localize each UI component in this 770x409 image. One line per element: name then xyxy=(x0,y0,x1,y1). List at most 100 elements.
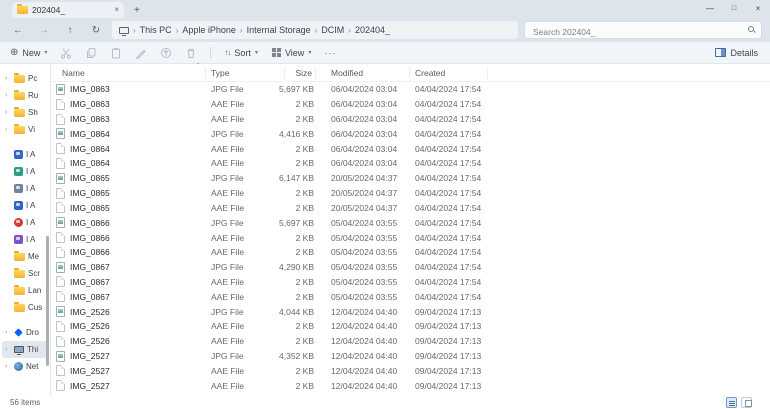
table-row[interactable]: IMG_0865 JPG File 6,147 KB 20/05/2024 04… xyxy=(51,171,770,186)
column-header-created[interactable]: Created xyxy=(411,68,551,78)
chevron-right-icon[interactable]: › xyxy=(5,109,11,116)
file-name: IMG_2526 xyxy=(70,336,110,347)
chevron-right-icon[interactable]: › xyxy=(5,346,11,353)
delete-button[interactable] xyxy=(185,47,197,59)
table-row[interactable]: IMG_0867 AAE File 2 KB 05/04/2024 03:55 … xyxy=(51,275,770,290)
chevron-right-icon[interactable]: › xyxy=(5,329,11,336)
file-type: AAE File xyxy=(211,291,245,302)
column-separator[interactable] xyxy=(315,67,316,79)
sidebar-folder-item[interactable]: Scr xyxy=(2,265,48,282)
tab-close-icon[interactable]: × xyxy=(114,6,119,14)
sidebar-folder-item[interactable]: › Vi xyxy=(2,121,48,138)
sidebar-system-item[interactable]: › Dro xyxy=(2,324,48,341)
file-name-cell: IMG_0864 xyxy=(51,157,206,169)
table-row[interactable]: IMG_0866 JPG File 5,697 KB 05/04/2024 03… xyxy=(51,215,770,230)
sidebar-system-item[interactable]: › Thi xyxy=(2,341,48,358)
column-header-name[interactable]: Name xyxy=(51,68,206,78)
table-row[interactable]: IMG_2526 AAE File 2 KB 12/04/2024 04:40 … xyxy=(51,334,770,349)
column-separator[interactable] xyxy=(205,67,206,79)
column-separator[interactable] xyxy=(487,67,488,79)
column-header-modified[interactable]: Modified xyxy=(316,68,411,78)
breadcrumb-item[interactable]: This PC xyxy=(140,25,172,35)
more-options-button[interactable]: ··· xyxy=(324,48,336,58)
share-button[interactable] xyxy=(160,47,172,59)
large-icons-view-button[interactable] xyxy=(741,396,752,408)
table-row[interactable]: IMG_0863 AAE File 2 KB 06/04/2024 03:04 … xyxy=(51,112,770,127)
sidebar-app-item[interactable]: I A xyxy=(2,180,48,197)
sidebar-folder-item[interactable]: › Pc xyxy=(2,70,48,87)
sidebar-app-item[interactable]: I A xyxy=(2,146,48,163)
table-row[interactable]: IMG_0865 AAE File 2 KB 20/05/2024 04:37 … xyxy=(51,186,770,201)
sidebar-app-item[interactable]: I A xyxy=(2,214,48,231)
breadcrumb-item[interactable]: Internal Storage xyxy=(247,25,311,35)
details-view-button[interactable] xyxy=(726,396,737,408)
table-row[interactable]: IMG_0863 AAE File 2 KB 06/04/2024 03:04 … xyxy=(51,97,770,112)
column-separator[interactable] xyxy=(409,67,410,79)
back-button[interactable]: ← xyxy=(8,25,28,36)
table-row[interactable]: IMG_0866 AAE File 2 KB 05/04/2024 03:55 … xyxy=(51,245,770,260)
chevron-right-icon[interactable]: › xyxy=(5,363,11,370)
table-row[interactable]: IMG_0867 AAE File 2 KB 05/04/2024 03:55 … xyxy=(51,289,770,304)
sidebar-folder-item[interactable]: › Sh xyxy=(2,104,48,121)
new-button[interactable]: ⊕ New ▾ xyxy=(10,47,47,58)
table-row[interactable]: IMG_2527 AAE File 2 KB 12/04/2024 04:40 … xyxy=(51,378,770,393)
sidebar-folder-item[interactable]: Me xyxy=(2,248,48,265)
sidebar-app-item[interactable]: I A xyxy=(2,231,48,248)
breadcrumb-item[interactable]: DCIM xyxy=(321,25,344,35)
maximize-button[interactable]: □ xyxy=(722,0,746,18)
file-name: IMG_0863 xyxy=(70,99,110,110)
sidebar-folder-item[interactable]: Lan xyxy=(2,282,48,299)
breadcrumb-item[interactable]: Apple iPhone xyxy=(182,25,236,35)
tab-202404[interactable]: 202404_ × xyxy=(12,2,124,18)
forward-button[interactable]: → xyxy=(34,25,54,36)
sort-button[interactable]: ↑↓ Sort ▾ xyxy=(224,48,258,58)
tab-title: 202404_ xyxy=(32,5,66,15)
table-row[interactable]: IMG_0864 AAE File 2 KB 06/04/2024 03:04 … xyxy=(51,141,770,156)
sidebar-system-item[interactable]: › Net xyxy=(2,358,48,375)
file-name-cell: IMG_2526 xyxy=(51,335,206,347)
file-type-icon xyxy=(56,172,65,184)
table-row[interactable]: IMG_2527 JPG File 4,352 KB 12/04/2024 04… xyxy=(51,349,770,364)
table-row[interactable]: IMG_0865 AAE File 2 KB 20/05/2024 04:37 … xyxy=(51,201,770,216)
copy-button[interactable] xyxy=(85,47,97,59)
view-button[interactable]: View ▾ xyxy=(271,48,311,58)
up-button[interactable]: ↑ xyxy=(60,25,80,36)
chevron-right-icon[interactable]: › xyxy=(5,92,11,99)
paste-button[interactable] xyxy=(110,47,122,59)
column-header-size[interactable]: Size xyxy=(256,68,316,78)
chevron-right-icon[interactable]: › xyxy=(5,126,11,133)
refresh-button[interactable]: ↻ xyxy=(86,25,106,36)
new-tab-button[interactable]: + xyxy=(134,5,140,18)
sidebar-folder-item[interactable]: › Ru xyxy=(2,87,48,104)
table-row[interactable]: IMG_0866 AAE File 2 KB 05/04/2024 03:55 … xyxy=(51,230,770,245)
file-created: 04/04/2024 17:54 xyxy=(415,247,482,258)
table-row[interactable]: IMG_0863 JPG File 5,697 KB 06/04/2024 03… xyxy=(51,82,770,97)
table-row[interactable]: IMG_2526 AAE File 2 KB 12/04/2024 04:40 … xyxy=(51,319,770,334)
file-size: 4,290 KB xyxy=(279,262,314,273)
details-pane-button[interactable]: Details xyxy=(715,48,758,58)
sidebar-folder-item[interactable]: Cus xyxy=(2,299,48,316)
breadcrumb-item[interactable]: 202404_ xyxy=(355,25,390,35)
chevron-right-icon[interactable]: › xyxy=(5,75,11,82)
search-input[interactable] xyxy=(525,24,761,40)
table-row[interactable]: IMG_0867 JPG File 4,290 KB 05/04/2024 03… xyxy=(51,260,770,275)
system-icon xyxy=(14,362,23,371)
ellipsis-icon: ··· xyxy=(324,47,337,58)
sidebar-app-item[interactable]: I A xyxy=(2,197,48,214)
table-row[interactable]: IMG_2527 AAE File 2 KB 12/04/2024 04:40 … xyxy=(51,363,770,378)
table-row[interactable]: IMG_2526 JPG File 4,044 KB 12/04/2024 04… xyxy=(51,304,770,319)
table-row[interactable]: IMG_0864 AAE File 2 KB 06/04/2024 03:04 … xyxy=(51,156,770,171)
table-row[interactable]: IMG_0864 JPG File 4,416 KB 06/04/2024 03… xyxy=(51,126,770,141)
sidebar-app-item[interactable]: I A xyxy=(2,163,48,180)
minimize-button[interactable]: — xyxy=(698,0,722,18)
folder-icon xyxy=(17,4,28,14)
column-header-type[interactable]: Type xyxy=(206,68,256,78)
file-name-cell: IMG_0865 xyxy=(51,202,206,214)
cut-button[interactable] xyxy=(60,47,72,59)
column-separator[interactable] xyxy=(284,67,285,79)
sidebar-scrollbar[interactable] xyxy=(46,236,49,366)
close-button[interactable]: × xyxy=(746,0,770,18)
rename-button[interactable] xyxy=(135,47,147,59)
file-name: IMG_0865 xyxy=(70,202,110,213)
breadcrumb[interactable]: › This PC › Apple iPhone › Internal Stor… xyxy=(112,21,518,39)
